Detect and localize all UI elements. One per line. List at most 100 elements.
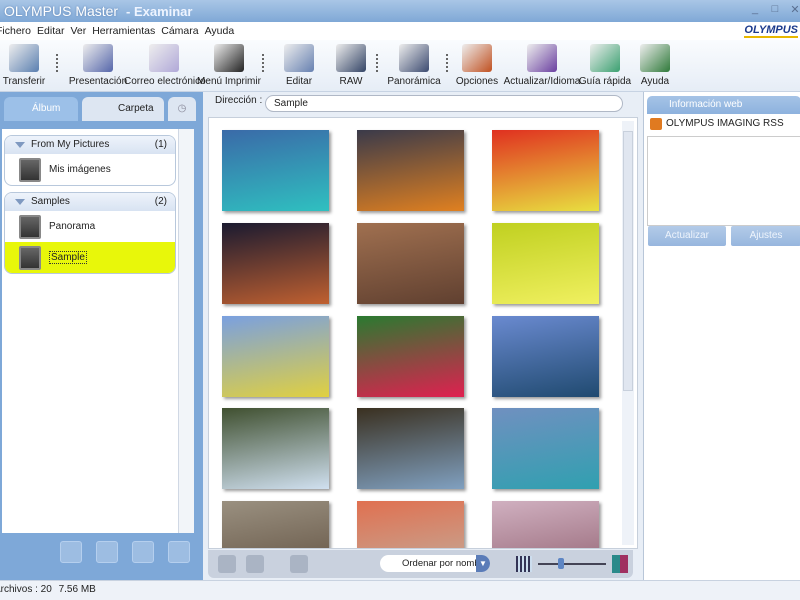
toolbar-printer-button[interactable]: Menú Imprimir	[196, 44, 262, 87]
printer-icon	[214, 44, 244, 72]
thumbnail[interactable]	[222, 130, 329, 211]
album-tree: From My Pictures (1) Mis imágenes Samples (2…	[2, 129, 178, 533]
thumbnail[interactable]	[357, 316, 464, 397]
toolbar-panorama-button[interactable]: Panorámica	[386, 44, 442, 87]
chevron-down-icon[interactable]: ▼	[476, 555, 490, 572]
group-header[interactable]: From My Pictures (1)	[5, 136, 175, 154]
web-info-title: Información web	[669, 99, 743, 110]
address-label: Dirección :	[215, 95, 263, 106]
guide-icon	[590, 44, 620, 72]
toolbar-label: Opciones	[455, 76, 499, 87]
toolbar-label: Guía rápida	[578, 76, 632, 87]
scroll-thumb[interactable]	[623, 131, 633, 391]
thumbnail[interactable]	[492, 316, 599, 397]
thumbnail[interactable]	[357, 223, 464, 304]
thumbnail[interactable]	[492, 223, 599, 304]
toolbar-help-button[interactable]: Ayuda	[636, 44, 674, 87]
new-album-button[interactable]	[60, 541, 82, 563]
app-title: OLYMPUS Master	[4, 3, 119, 19]
thumbnail[interactable]	[222, 316, 329, 397]
browser-panel: Dirección : Sample Ordenar por nombre de…	[205, 92, 638, 580]
toolbar-options-button[interactable]: Opciones	[452, 44, 502, 87]
thumbnail[interactable]	[492, 408, 599, 489]
toolbar-raw-button[interactable]: RAW	[332, 44, 370, 87]
toolbar-transfer-button[interactable]: Transferir	[0, 44, 48, 87]
album-group: Samples (2) Panorama Sample	[4, 192, 176, 274]
thumbnail[interactable]	[492, 501, 599, 548]
rotate-right-button[interactable]	[246, 555, 264, 573]
menu-item-4[interactable]: Cámara	[161, 22, 198, 40]
toolbar-separator	[376, 54, 378, 72]
menu-item-2[interactable]: Ver	[70, 22, 86, 40]
sort-dropdown[interactable]: Ordenar por nombre de	[380, 555, 490, 572]
toolbar-edit-button[interactable]: Editar	[280, 44, 318, 87]
album-group: From My Pictures (1) Mis imágenes	[4, 135, 176, 186]
large-thumbnails-icon[interactable]	[612, 555, 628, 573]
tab-folder[interactable]: Carpeta	[82, 97, 164, 121]
toolbar: Transferir Presentación Correo electrónico…	[0, 40, 800, 92]
group-header[interactable]: Samples (2)	[5, 193, 175, 211]
grid-scrollbar[interactable]	[622, 121, 634, 545]
toolbar-label: Actualizar/Idioma	[503, 76, 581, 87]
rotate-left-button[interactable]	[218, 555, 236, 573]
thumbnail[interactable]	[222, 223, 329, 304]
group-name: Samples	[31, 196, 70, 207]
rename-button[interactable]	[132, 541, 154, 563]
toolbar-label: RAW	[339, 76, 363, 87]
album-icon	[19, 158, 41, 182]
toolbar-label: Transferir	[2, 76, 46, 87]
album-item[interactable]: Mis imágenes	[5, 154, 175, 185]
close-button[interactable]: ✕	[788, 3, 800, 17]
toolbar-label: Presentación	[68, 76, 128, 87]
toolbar-update-button[interactable]: Actualizar/Idioma	[502, 44, 582, 87]
tab-album[interactable]: Álbum	[4, 97, 78, 121]
group-name: From My Pictures	[31, 139, 110, 150]
transfer-icon	[9, 44, 39, 72]
toolbar-guide-button[interactable]: Guía rápida	[576, 44, 634, 87]
toolbar-separator	[262, 54, 264, 72]
maximize-button[interactable]: □	[768, 3, 782, 17]
zoom-slider[interactable]	[538, 563, 606, 565]
thumbnail[interactable]	[222, 501, 329, 548]
toolbar-label: Panorámica	[387, 76, 441, 87]
tree-scrollbar[interactable]	[178, 129, 194, 533]
rss-feed-box[interactable]	[647, 136, 800, 226]
group-count: (2)	[154, 196, 167, 207]
thumbnail[interactable]	[357, 408, 464, 489]
settings-button[interactable]: Ajustes	[731, 226, 800, 246]
edit-icon	[284, 44, 314, 72]
slideshow-icon	[83, 44, 113, 72]
menu-item-5[interactable]: Ayuda	[205, 22, 235, 40]
album-item[interactable]: Sample	[5, 242, 175, 273]
thumbnail[interactable]	[357, 501, 464, 548]
small-thumbnails-icon[interactable]	[516, 556, 532, 572]
panorama-icon	[399, 44, 429, 72]
album-item[interactable]: Panorama	[5, 211, 175, 242]
minimize-button[interactable]: _	[748, 3, 762, 17]
album-icon	[19, 246, 41, 270]
collapse-triangle-icon[interactable]	[15, 142, 25, 148]
toolbar-label: Editar	[285, 76, 313, 87]
menu-item-3[interactable]: Herramientas	[92, 22, 155, 40]
update-button[interactable]: Actualizar	[648, 226, 726, 246]
album-name: Mis imágenes	[49, 164, 111, 175]
thumbnail[interactable]	[357, 130, 464, 211]
album-name: Sample	[49, 251, 87, 264]
menu-item-0[interactable]: Fichero	[0, 22, 31, 40]
delete-button[interactable]	[168, 541, 190, 563]
toolbar-slideshow-button[interactable]: Presentación	[66, 44, 130, 87]
tab-history[interactable]: ◷	[168, 97, 196, 121]
thumbnail[interactable]	[492, 130, 599, 211]
thumbnail[interactable]	[222, 408, 329, 489]
web-info-panel: Información web OLYMPUS IMAGING RSS Actu…	[643, 92, 800, 580]
status-bar: Archivos : 20 7.56 MB	[0, 580, 800, 600]
toolbar-email-button[interactable]: Correo electrónico	[124, 44, 206, 87]
new-group-button[interactable]	[96, 541, 118, 563]
zoom-slider-handle[interactable]	[558, 558, 564, 569]
collapse-triangle-icon[interactable]	[15, 199, 25, 205]
add-to-album-button[interactable]	[290, 555, 308, 573]
address-field[interactable]: Sample	[265, 95, 623, 112]
menu-item-1[interactable]: Editar	[37, 22, 64, 40]
album-icon	[19, 215, 41, 239]
total-size: 7.56 MB	[58, 584, 96, 595]
